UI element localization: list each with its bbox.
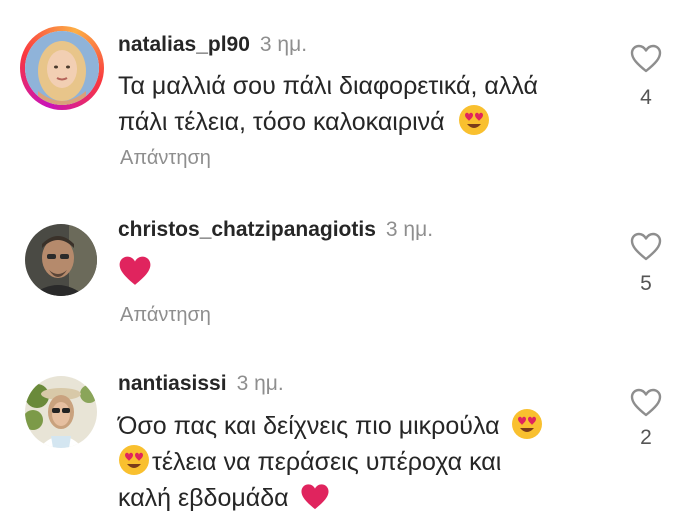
smiling-face-with-heart-eyes-emoji-icon xyxy=(118,444,150,476)
username[interactable]: natalias_pl90 3 ημ. xyxy=(118,33,307,57)
timestamp: 3 ημ. xyxy=(259,33,308,56)
comment-christos: christos_chatzipanagiotis 3 ημ. Απάντηση … xyxy=(0,200,700,350)
reply-button[interactable]: Απάντηση xyxy=(120,304,211,327)
username[interactable]: nantiasissi 3 ημ. xyxy=(118,372,284,396)
comment-line-wrapper: τέλεια να περάσεις υπέροχα και xyxy=(118,444,543,480)
red-heart-emoji-icon xyxy=(118,255,152,287)
avatar xyxy=(25,31,99,105)
profile-photo-woman-sunglasses-icon xyxy=(25,376,97,448)
avatar[interactable] xyxy=(25,376,97,448)
comment-line: Όσο πας και δείχνεις πιο μικρούλα xyxy=(118,412,500,440)
profile-photo-man-icon xyxy=(25,224,97,296)
username[interactable]: christos_chatzipanagiotis 3 ημ. xyxy=(118,218,433,242)
heart-outline-icon[interactable] xyxy=(630,232,662,262)
avatar-story-ring[interactable] xyxy=(20,26,104,110)
username-text[interactable]: natalias_pl90 xyxy=(118,33,250,56)
comment-text: Όσο πας και δείχνεις πιο μικρούλα τέλεια… xyxy=(118,408,543,516)
comment-line: Τα μαλλιά σου πάλι διαφορετικά, αλλά xyxy=(118,72,538,100)
comment-line: πάλι τέλεια, τόσο καλοκαιρινά xyxy=(118,108,445,136)
comment-line: καλή εβδομάδα xyxy=(118,484,289,512)
comment-line: τέλεια να περάσεις υπέροχα και xyxy=(152,448,502,476)
red-heart-emoji-icon xyxy=(300,483,330,511)
like-count: 2 xyxy=(640,426,652,449)
smiling-face-with-heart-eyes-emoji-icon xyxy=(458,104,490,136)
comment-text: Τα μαλλιά σου πάλι διαφορετικά, αλλά πάλ… xyxy=(118,68,538,140)
comment-line-wrapper: Όσο πας και δείχνεις πιο μικρούλα xyxy=(118,408,543,444)
like-count: 4 xyxy=(640,86,652,109)
reply-button[interactable]: Απάντηση xyxy=(120,147,211,170)
like-button[interactable] xyxy=(626,44,666,74)
like-button[interactable] xyxy=(626,232,666,262)
comment-natalias: natalias_pl90 3 ημ. Τα μαλλιά σου πάλι δι… xyxy=(0,0,700,190)
heart-outline-icon[interactable] xyxy=(630,44,662,74)
timestamp: 3 ημ. xyxy=(385,218,434,241)
username-text[interactable]: nantiasissi xyxy=(118,372,227,395)
profile-photo-blonde-woman-icon xyxy=(25,31,99,105)
timestamp: 3 ημ. xyxy=(236,372,284,395)
smiling-face-with-heart-eyes-emoji-icon xyxy=(511,408,543,440)
heart-outline-icon[interactable] xyxy=(630,388,662,418)
avatar[interactable] xyxy=(25,224,97,296)
like-button[interactable] xyxy=(626,388,666,418)
username-text[interactable]: christos_chatzipanagiotis xyxy=(118,218,376,241)
comment-nantiasissi: nantiasissi 3 ημ. Όσο πας και δείχνεις πι… xyxy=(0,360,700,517)
like-count: 5 xyxy=(640,272,652,295)
comment-line-wrapper: καλή εβδομάδα xyxy=(118,480,543,516)
comment-line-wrapper: πάλι τέλεια, τόσο καλοκαιρινά xyxy=(118,104,538,140)
